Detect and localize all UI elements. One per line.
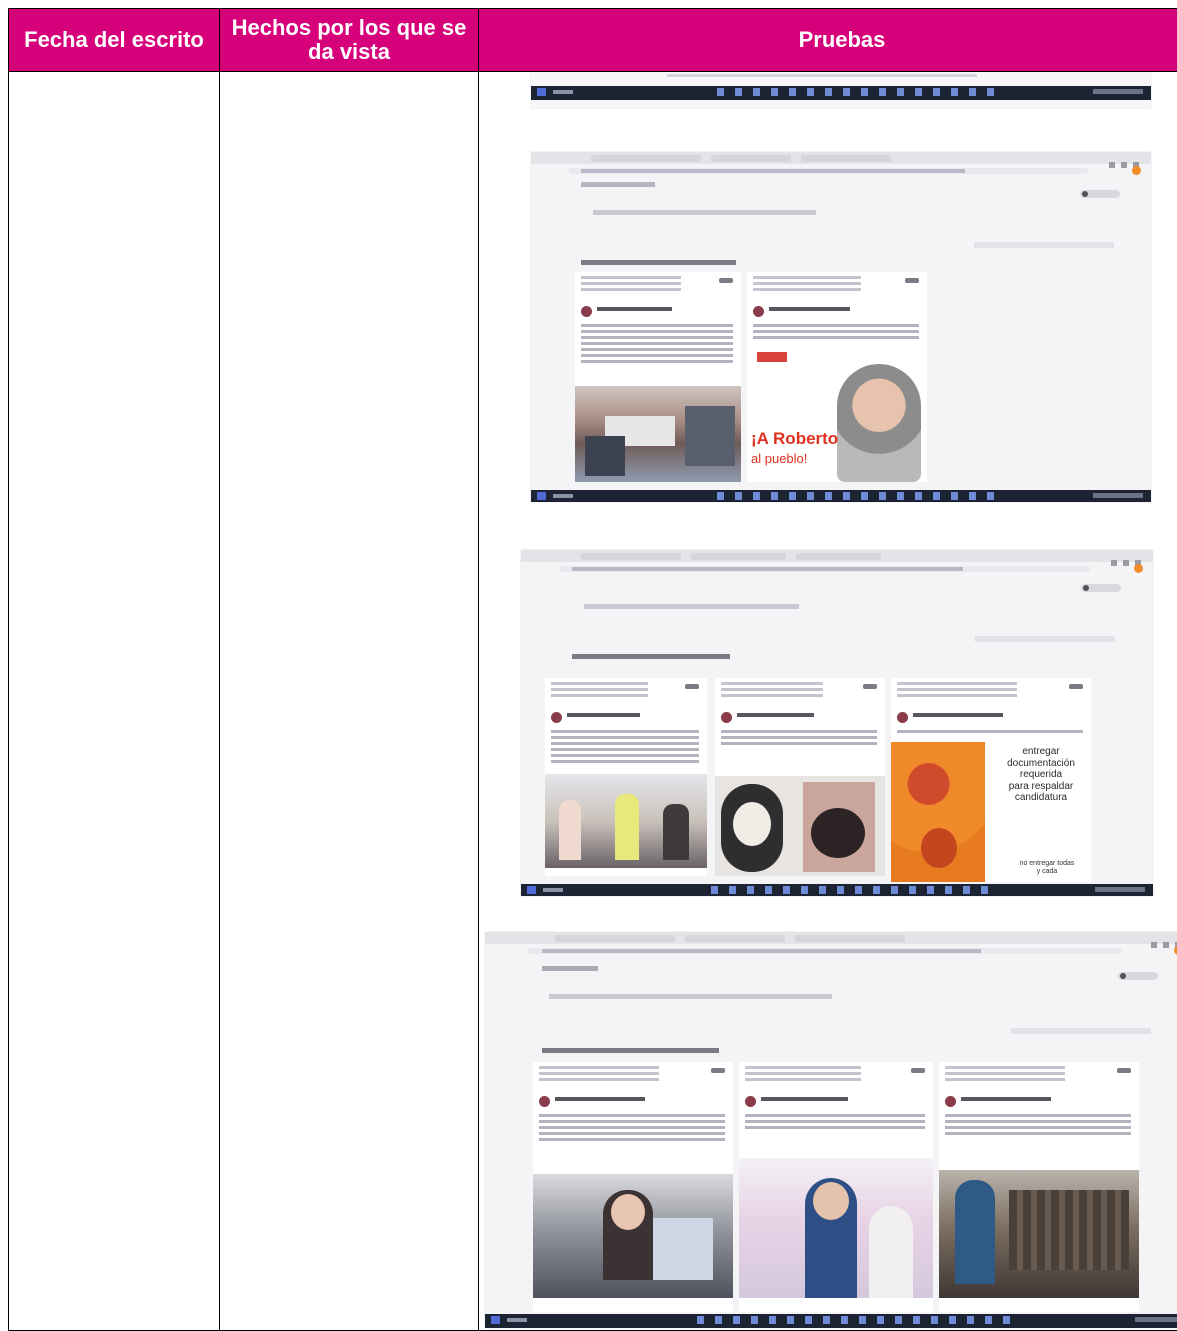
evidence-screenshot-3: entregar documentación requerida para re…: [521, 550, 1153, 896]
taskbar: [521, 884, 1153, 896]
evidence-screenshot-2: ¡A Roberto al pueblo!: [531, 152, 1151, 502]
avatar: [551, 712, 562, 723]
profile-button: [1081, 584, 1121, 592]
profile-icon: [1134, 564, 1143, 573]
profile-button: [1118, 972, 1158, 980]
post-photo: [939, 1170, 1139, 1298]
post-photo: entregar documentación requerida para re…: [891, 742, 1091, 882]
post-photo: ¡A Roberto al pueblo!: [747, 362, 927, 482]
start-icon: [537, 492, 546, 500]
more-icon: [711, 1068, 725, 1073]
cell-hechos: [220, 72, 479, 1331]
evidence-table: Fecha del escrito Hechos por los que se …: [8, 8, 1177, 1331]
post-card: entregar documentación requerida para re…: [891, 678, 1091, 882]
post-card: ¡A Roberto al pueblo!: [747, 272, 927, 482]
table-header-row: Fecha del escrito Hechos por los que se …: [9, 9, 1177, 72]
post-card: [545, 678, 707, 876]
header-fecha-del-escrito: Fecha del escrito: [9, 9, 220, 72]
post-card: [715, 678, 885, 876]
taskbar-app-icons: [717, 492, 996, 500]
avatar: [897, 712, 908, 723]
more-icon: [719, 278, 733, 283]
more-icon: [911, 1068, 925, 1073]
start-icon: [491, 1316, 500, 1324]
promo-headline: ¡A Roberto: [751, 430, 838, 448]
taskbar-app-icons: [711, 886, 995, 894]
avatar: [753, 306, 764, 317]
post-card: [739, 1062, 933, 1312]
start-icon: [537, 88, 546, 96]
profile-icon: [1132, 166, 1141, 175]
post-photo: [575, 386, 741, 482]
avatar: [945, 1096, 956, 1107]
post-card: [939, 1062, 1139, 1312]
more-icon: [1117, 1068, 1131, 1073]
more-icon: [685, 684, 699, 689]
taskbar: [531, 86, 1151, 100]
more-icon: [863, 684, 877, 689]
poster-text: entregar documentación requerida para re…: [995, 746, 1087, 804]
cell-pruebas: ¡A Roberto al pueblo!: [479, 72, 1177, 1331]
avatar: [539, 1096, 550, 1107]
post-card: [575, 272, 741, 482]
taskbar-app-icons: [697, 1316, 1016, 1324]
evidence-screenshot-4: [485, 932, 1177, 1328]
more-icon: [1069, 684, 1083, 689]
more-icon: [905, 278, 919, 283]
avatar: [745, 1096, 756, 1107]
post-photo: [545, 774, 707, 868]
header-pruebas: Pruebas: [479, 9, 1177, 72]
avatar: [721, 712, 732, 723]
taskbar-app-icons: [717, 88, 996, 96]
taskbar: [531, 490, 1151, 502]
evidence-screenshots: ¡A Roberto al pueblo!: [479, 72, 1177, 1330]
profile-button: [1080, 190, 1120, 198]
post-card: [533, 1062, 733, 1312]
post-photo: [739, 1158, 933, 1298]
promo-subline: al pueblo!: [751, 452, 807, 466]
table-row: ¡A Roberto al pueblo!: [9, 72, 1177, 1331]
post-photo: [533, 1174, 733, 1298]
cell-fecha: [9, 72, 220, 1331]
avatar: [581, 306, 592, 317]
evidence-screenshot-1: [531, 72, 1151, 108]
start-icon: [527, 886, 536, 894]
post-photo: [715, 776, 885, 876]
header-hechos: Hechos por los que se da vista: [220, 9, 479, 72]
